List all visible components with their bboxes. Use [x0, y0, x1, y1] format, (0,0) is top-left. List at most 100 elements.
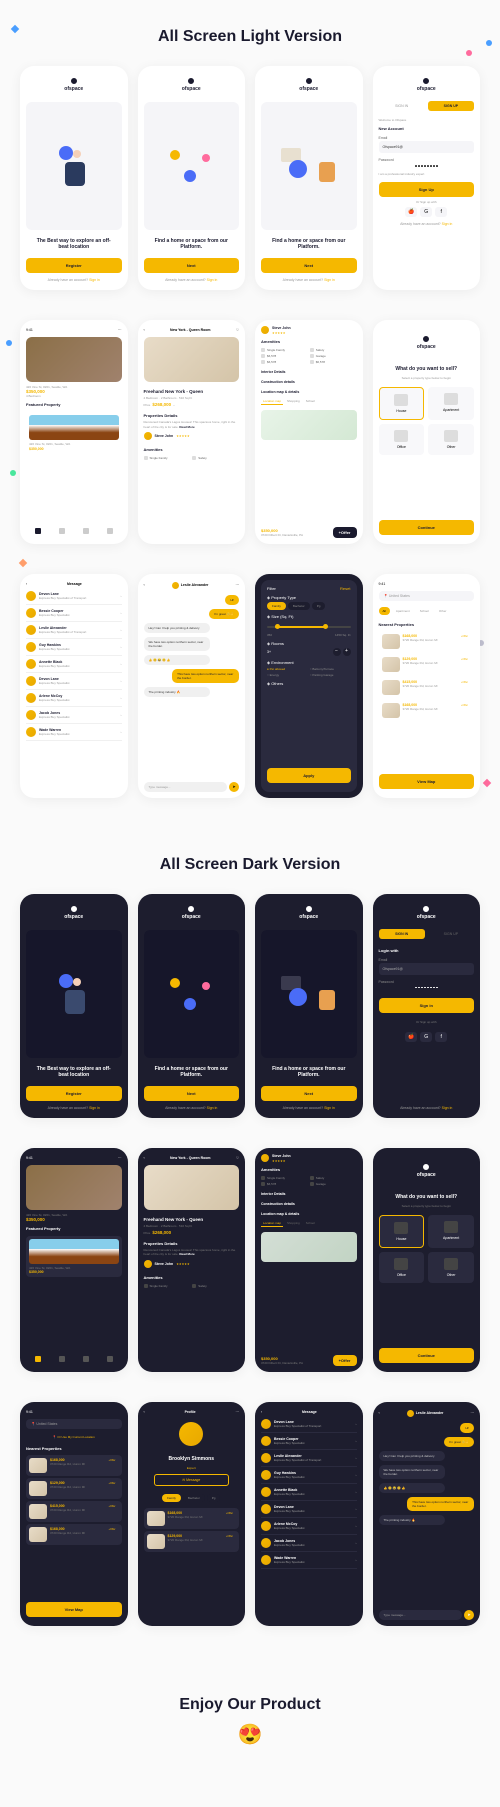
nav-msg-icon[interactable]	[83, 528, 89, 534]
msg-item[interactable]: Bessie CooperExpress Buy Specialist›	[261, 1433, 357, 1450]
choice-other[interactable]: Other	[428, 1252, 474, 1283]
facebook-icon[interactable]: f	[435, 207, 447, 217]
tab-signin[interactable]: SIGN IN	[379, 101, 425, 111]
send-button[interactable]: ➤	[464, 1610, 474, 1620]
next-button[interactable]: Next	[144, 1086, 240, 1101]
msg-item[interactable]: Annette BlackExpress Buy Specialist›	[261, 1484, 357, 1501]
property-card[interactable]: $168,0003720 Range Rd, Huron MI+Offer	[379, 700, 475, 721]
signin-button[interactable]: Sign in	[379, 998, 475, 1013]
property-card[interactable]: $129,0003720 Range Rd, Huron MI+Offer	[379, 654, 475, 675]
msg-item[interactable]: Devon LaneExpress Buy Specialist›	[26, 673, 122, 690]
heart-icon[interactable]: ♡	[236, 328, 239, 332]
continue-button[interactable]: Continue	[379, 520, 475, 535]
tab-shopping[interactable]: Shopping	[285, 398, 302, 405]
viewmap-button[interactable]: View Map	[379, 774, 475, 789]
register-button[interactable]: Register	[26, 1086, 122, 1101]
send-button[interactable]: ➤	[229, 782, 239, 792]
more-icon[interactable]: ⋯	[235, 1410, 239, 1414]
email-field[interactable]: Ofspace91@	[379, 963, 475, 975]
reset-button[interactable]: Reset	[340, 586, 350, 591]
msg-item[interactable]: Devon LaneExpress Buy Specialist of Tran…	[261, 1416, 357, 1433]
tab-school[interactable]: School	[304, 398, 317, 405]
msg-item[interactable]: Wade WarrenExpress Buy Specialist›	[261, 1552, 357, 1569]
property-card[interactable]: $129,0003720 Range Rd, Huron MI+Offer	[144, 1531, 240, 1552]
footer-link[interactable]: Already have an account? Sign in	[26, 276, 122, 284]
search-input[interactable]: 📍 United States	[379, 591, 475, 601]
choice-apartment[interactable]: Apartment	[428, 387, 474, 420]
back-icon[interactable]: ‹	[144, 1156, 145, 1160]
choice-office[interactable]: Office	[379, 424, 425, 455]
chat-input[interactable]: Type message...	[144, 782, 228, 792]
tab-location[interactable]: Location map	[261, 398, 283, 405]
back-icon[interactable]: ‹	[26, 582, 27, 586]
back-icon[interactable]: ‹	[261, 1410, 262, 1414]
plus-button[interactable]: +	[343, 648, 351, 656]
pill-bachelor[interactable]: Bachelor	[288, 602, 310, 610]
choice-house[interactable]: House	[379, 1215, 425, 1248]
next-button[interactable]: Next	[261, 258, 357, 273]
register-button[interactable]: Register	[26, 258, 122, 273]
current-location-button[interactable]: 📍 Or Use My Current Location	[26, 1435, 122, 1439]
msg-item[interactable]: Bessie CooperExpress Buy Specialist›	[26, 605, 122, 622]
property-card[interactable]: $168,0003720 Range Rd, Huron MI+Offer	[26, 1524, 122, 1545]
nav-profile-icon[interactable]	[107, 528, 113, 534]
property-card[interactable]: 426 Vine St, #201, Seattle, WA $350,000	[26, 412, 122, 453]
choice-other[interactable]: Other	[428, 424, 474, 455]
property-card[interactable]: 426 Vine St, #201, Seattle, WA$350,000	[26, 1236, 122, 1277]
next-button[interactable]: Next	[144, 258, 240, 273]
msg-item[interactable]: Leslie AlexanderExpress Buy Specialist o…	[261, 1450, 357, 1467]
next-button[interactable]: Next	[261, 1086, 357, 1101]
choice-house[interactable]: House	[379, 387, 425, 420]
msg-item[interactable]: Devon LaneExpress Buy Specialist›	[261, 1501, 357, 1518]
msg-item[interactable]: Guy HawkinsExpress Buy Specialist›	[26, 639, 122, 656]
hero-image[interactable]	[26, 337, 122, 382]
detail-image[interactable]	[144, 337, 240, 382]
heart-icon[interactable]: ♡	[236, 1156, 239, 1160]
map[interactable]	[261, 410, 357, 440]
back-icon[interactable]: ‹	[144, 328, 145, 332]
tab-signin[interactable]: SIGN IN	[379, 929, 425, 939]
msg-item[interactable]: Arlene McCoyExpress Buy Specialist›	[26, 690, 122, 707]
nav-search-icon[interactable]	[59, 528, 65, 534]
choice-office[interactable]: Office	[379, 1252, 425, 1283]
back-icon[interactable]: ‹	[144, 583, 145, 587]
viewmap-button[interactable]: View Map	[26, 1602, 122, 1617]
property-card[interactable]: $168,0003720 Range Rd, Huron MI+Offer	[26, 1455, 122, 1476]
msg-item[interactable]: Jacob JonesExpress Buy Specialist›	[261, 1535, 357, 1552]
facebook-icon[interactable]: f	[435, 1032, 447, 1042]
property-card[interactable]: $415,0003720 Range Rd, Huron MI+Offer	[379, 677, 475, 698]
tab-signup[interactable]: SIGN UP	[428, 101, 474, 111]
message-button[interactable]: ✉ Message	[154, 1474, 230, 1486]
more-icon[interactable]: ⋯	[471, 1411, 475, 1415]
nav-home-icon[interactable]	[35, 528, 41, 534]
search-input[interactable]: 📍 United States	[26, 1419, 122, 1429]
offer-button[interactable]: +Offer	[333, 1355, 357, 1366]
property-card[interactable]: $415,0003720 Range Rd, Huron MI+Offer	[26, 1501, 122, 1522]
msg-item[interactable]: Guy HawkinsExpress Buy Specialist›	[261, 1467, 357, 1484]
google-icon[interactable]: G	[420, 1032, 432, 1042]
choice-apartment[interactable]: Apartment	[428, 1215, 474, 1248]
chat-input[interactable]: Type message...	[379, 1610, 463, 1620]
continue-button[interactable]: Continue	[379, 1348, 475, 1363]
msg-item[interactable]: Arlene McCoyExpress Buy Specialist›	[261, 1518, 357, 1535]
apple-icon[interactable]: 🍎	[405, 1032, 417, 1042]
menu-icon[interactable]: ⋯	[118, 328, 122, 332]
pill-pg[interactable]: Pg	[312, 602, 326, 610]
apple-icon[interactable]: 🍎	[405, 207, 417, 217]
email-field[interactable]: Ofspace91@	[379, 141, 475, 153]
property-card[interactable]: $168,0003720 Range Rd, Huron MI+Offer	[379, 631, 475, 652]
google-icon[interactable]: G	[420, 207, 432, 217]
back-icon[interactable]: ‹	[144, 1410, 145, 1414]
offer-button[interactable]: +Offer	[333, 527, 357, 538]
msg-item[interactable]: Leslie AlexanderExpress Buy Specialist o…	[26, 622, 122, 639]
menu-icon[interactable]: ⋯	[118, 1156, 122, 1160]
minus-button[interactable]: −	[333, 648, 341, 656]
property-card[interactable]: $129,0003720 Range Rd, Huron MI+Offer	[26, 1478, 122, 1499]
msg-item[interactable]: Annette BlackExpress Buy Specialist›	[26, 656, 122, 673]
msg-item[interactable]: Jacob JonesExpress Buy Specialist›	[26, 707, 122, 724]
pill-family[interactable]: Family	[267, 602, 286, 610]
signup-button[interactable]: Sign Up	[379, 182, 475, 197]
property-card[interactable]: $168,0003720 Range Rd, Huron MI+Offer	[144, 1508, 240, 1529]
back-icon[interactable]: ‹	[379, 1411, 380, 1415]
more-icon[interactable]: ⋯	[236, 583, 240, 587]
